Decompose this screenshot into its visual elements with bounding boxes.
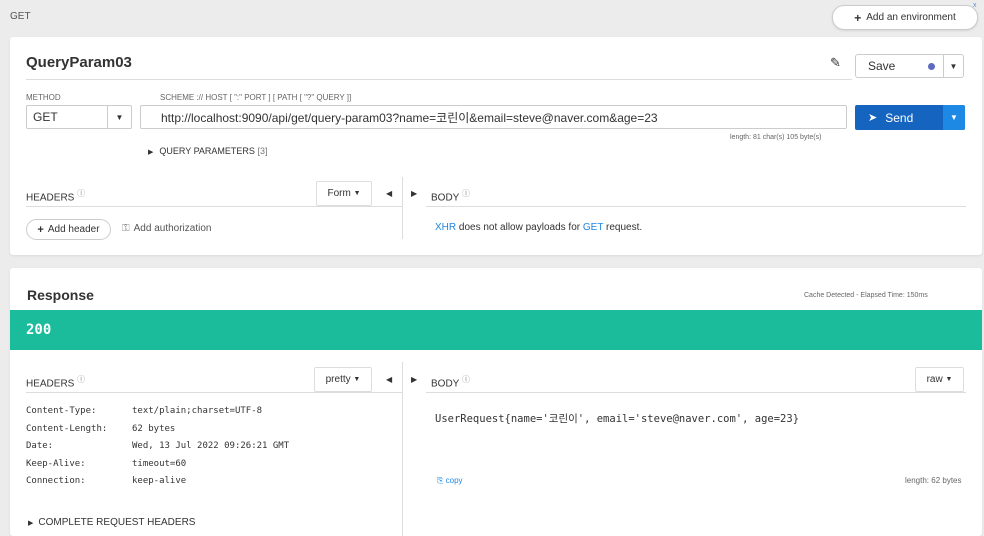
body-label: BODY bbox=[431, 192, 460, 204]
url-label: SCHEME :// HOST [ ":" PORT ] [ PATH [ "?… bbox=[160, 93, 352, 102]
title-divider bbox=[26, 79, 852, 80]
copy-link[interactable]: ⎘ copy bbox=[437, 476, 463, 486]
xhr-message-mid: does not allow payloads for bbox=[456, 222, 583, 233]
headers-section-label: HEADERS ⓘ bbox=[26, 188, 85, 203]
header-value: 62 bytes bbox=[132, 423, 176, 434]
response-body-section-label: BODY ⓘ bbox=[431, 374, 470, 389]
help-icon[interactable]: ⓘ bbox=[77, 189, 85, 198]
response-panel: Response Cache Detected - Elapsed Time: … bbox=[10, 268, 982, 536]
chevron-down-icon[interactable]: ▼ bbox=[943, 55, 963, 77]
send-label: Send bbox=[885, 110, 914, 125]
help-icon[interactable]: ⓘ bbox=[462, 189, 470, 198]
chevron-down-icon: ▼ bbox=[107, 106, 131, 128]
triangle-right-icon: ▶ bbox=[28, 520, 34, 527]
response-panel-divider bbox=[402, 362, 403, 536]
plus-icon: + bbox=[37, 223, 44, 236]
header-key: Keep-Alive: bbox=[26, 458, 86, 469]
get-link[interactable]: GET bbox=[583, 222, 603, 233]
method-value: GET bbox=[33, 110, 58, 124]
header-value: keep-alive bbox=[132, 476, 187, 486]
xhr-message-end: request. bbox=[603, 222, 643, 233]
collapse-left-icon[interactable]: ◀ bbox=[386, 189, 392, 198]
caret-down-icon: ▼ bbox=[945, 376, 953, 383]
response-body-label: BODY bbox=[431, 378, 460, 390]
response-headers-divider bbox=[26, 392, 402, 393]
send-icon: ➤ bbox=[868, 112, 878, 124]
header-value: timeout=60 bbox=[132, 458, 187, 469]
top-bar: GET + Add an environment x bbox=[0, 0, 984, 34]
header-row: Keep-Alive: timeout=60 bbox=[26, 459, 289, 477]
response-title: Response bbox=[27, 287, 94, 303]
add-environment-label: Add an environment bbox=[866, 12, 956, 23]
response-headers-mode-value: pretty bbox=[325, 374, 351, 385]
response-body-mode-select[interactable]: raw ▼ bbox=[915, 367, 964, 392]
headers-divider bbox=[26, 206, 402, 207]
header-row: Connection: keep-alive bbox=[26, 476, 289, 494]
caret-down-icon: ▼ bbox=[353, 376, 361, 383]
cache-info: Cache Detected - Elapsed Time: 150ms bbox=[804, 292, 928, 299]
response-headers-label: HEADERS bbox=[26, 378, 75, 390]
header-key: Connection: bbox=[26, 476, 86, 486]
method-label: METHOD bbox=[26, 93, 61, 102]
query-parameters-toggle[interactable]: ▶ QUERY PARAMETERS [3] bbox=[148, 146, 267, 156]
copy-label: copy bbox=[445, 476, 463, 485]
chevron-down-icon[interactable]: ▼ bbox=[943, 105, 965, 130]
headers-label: HEADERS bbox=[26, 192, 75, 204]
xhr-message: XHR does not allow payloads for GET requ… bbox=[435, 222, 642, 233]
xhr-link[interactable]: XHR bbox=[435, 222, 456, 233]
url-length-info: length: 81 char(s) 105 byte(s) bbox=[730, 134, 822, 141]
method-select[interactable]: GET ▼ bbox=[26, 105, 132, 129]
send-button[interactable]: ➤ Send ▼ bbox=[855, 105, 965, 130]
add-header-button[interactable]: + Add header bbox=[26, 219, 111, 240]
breadcrumb: GET bbox=[10, 11, 31, 22]
header-row: Content-Length: 62 bytes bbox=[26, 424, 289, 442]
add-header-label: Add header bbox=[47, 224, 100, 235]
collapse-left-icon[interactable]: ◀ bbox=[386, 375, 392, 384]
response-body-divider bbox=[426, 392, 966, 393]
header-key: Content-Length: bbox=[26, 423, 108, 434]
save-label: Save bbox=[868, 59, 896, 73]
caret-down-icon: ▼ bbox=[353, 190, 361, 197]
response-length: length: 62 bytes bbox=[905, 476, 962, 485]
response-body-text[interactable]: UserRequest{name='코린이', email='steve@nav… bbox=[435, 411, 799, 426]
unsaved-dot-icon bbox=[928, 62, 935, 70]
query-parameters-count: [3] bbox=[257, 146, 268, 156]
response-headers-list: Content-Type: text/plain;charset=UTF-8 Co… bbox=[26, 406, 289, 494]
status-code-bar: 200 bbox=[10, 310, 982, 350]
close-icon[interactable]: x bbox=[973, 2, 977, 9]
response-headers-section-label: HEADERS ⓘ bbox=[26, 374, 85, 389]
response-body-mode-value: raw bbox=[926, 374, 943, 385]
add-environment-button[interactable]: + Add an environment bbox=[832, 5, 978, 30]
add-authorization-label: Add authorization bbox=[133, 223, 212, 234]
panel-divider bbox=[402, 177, 403, 239]
url-input[interactable]: http://localhost:9090/api/get/query-para… bbox=[140, 105, 847, 129]
header-key: Content-Type: bbox=[26, 406, 97, 416]
collapse-right-icon[interactable]: ▶ bbox=[411, 375, 417, 384]
request-title[interactable]: QueryParam03 bbox=[26, 54, 132, 71]
header-row: Content-Type: text/plain;charset=UTF-8 bbox=[26, 406, 289, 424]
request-panel: QueryParam03 ✎ Save ▼ METHOD SCHEME :// … bbox=[10, 37, 982, 255]
key-icon: ⚿ bbox=[122, 223, 130, 234]
header-key: Date: bbox=[26, 441, 54, 451]
copy-icon: ⎘ bbox=[437, 476, 444, 485]
header-value: text/plain;charset=UTF-8 bbox=[132, 406, 263, 416]
help-icon[interactable]: ⓘ bbox=[462, 375, 470, 384]
headers-mode-select[interactable]: Form ▼ bbox=[316, 181, 372, 206]
header-row: Date: Wed, 13 Jul 2022 09:26:21 GMT bbox=[26, 441, 289, 459]
add-authorization-link[interactable]: ⚿ Add authorization bbox=[122, 223, 211, 234]
pencil-icon[interactable]: ✎ bbox=[830, 55, 841, 71]
collapse-right-icon[interactable]: ▶ bbox=[411, 189, 417, 198]
save-button[interactable]: Save ▼ bbox=[855, 54, 964, 78]
header-value: Wed, 13 Jul 2022 09:26:21 GMT bbox=[132, 441, 290, 451]
plus-icon: + bbox=[854, 10, 862, 25]
body-divider bbox=[426, 206, 966, 207]
headers-mode-value: Form bbox=[327, 188, 351, 199]
help-icon[interactable]: ⓘ bbox=[77, 375, 85, 384]
complete-request-headers-toggle[interactable]: ▶ COMPLETE REQUEST HEADERS bbox=[28, 517, 195, 528]
response-headers-mode-select[interactable]: pretty ▼ bbox=[314, 367, 372, 392]
triangle-right-icon: ▶ bbox=[148, 149, 154, 156]
query-parameters-label: QUERY PARAMETERS bbox=[159, 146, 255, 156]
complete-request-headers-label: COMPLETE REQUEST HEADERS bbox=[38, 517, 196, 528]
body-section-label: BODY ⓘ bbox=[431, 188, 470, 203]
